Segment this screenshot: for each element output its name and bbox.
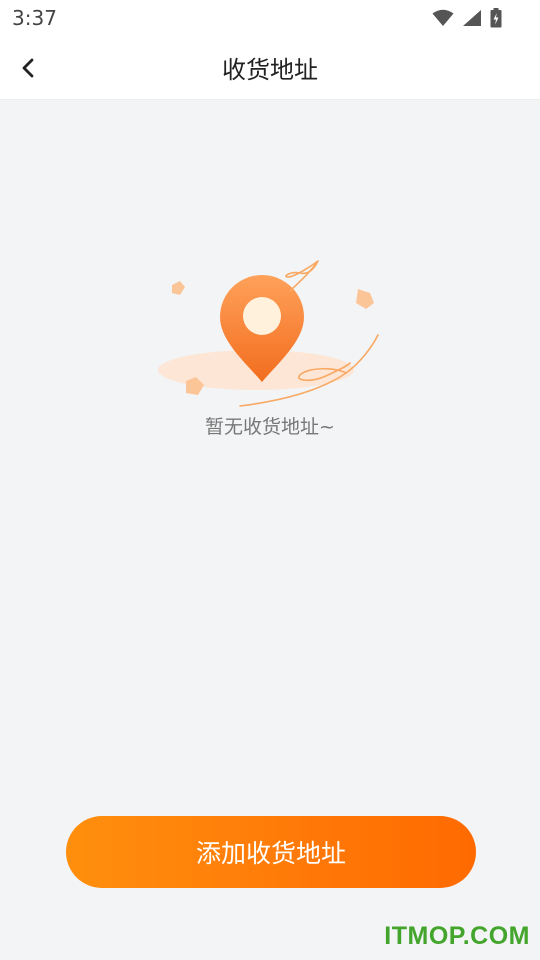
status-time: 3:37 [12, 6, 57, 30]
watermark-text: ITMOP.COM [384, 922, 530, 950]
add-address-label: 添加收货地址 [195, 839, 346, 868]
status-icons [432, 7, 502, 29]
empty-state-message: 暂无收货地址~ [205, 416, 335, 438]
page-title: 收货地址 [222, 56, 318, 84]
signal-icon [463, 10, 481, 26]
location-pin-icon [158, 260, 379, 407]
battery-icon [490, 8, 502, 28]
pin-dot [243, 297, 281, 335]
add-address-button[interactable]: 添加收货地址 [66, 816, 476, 888]
header: 收货地址 [0, 36, 540, 100]
leaf-right-icon [356, 289, 374, 309]
wifi-icon [432, 9, 454, 26]
leaf-small-icon [172, 281, 185, 295]
status-bar: 3:37 [0, 0, 540, 36]
